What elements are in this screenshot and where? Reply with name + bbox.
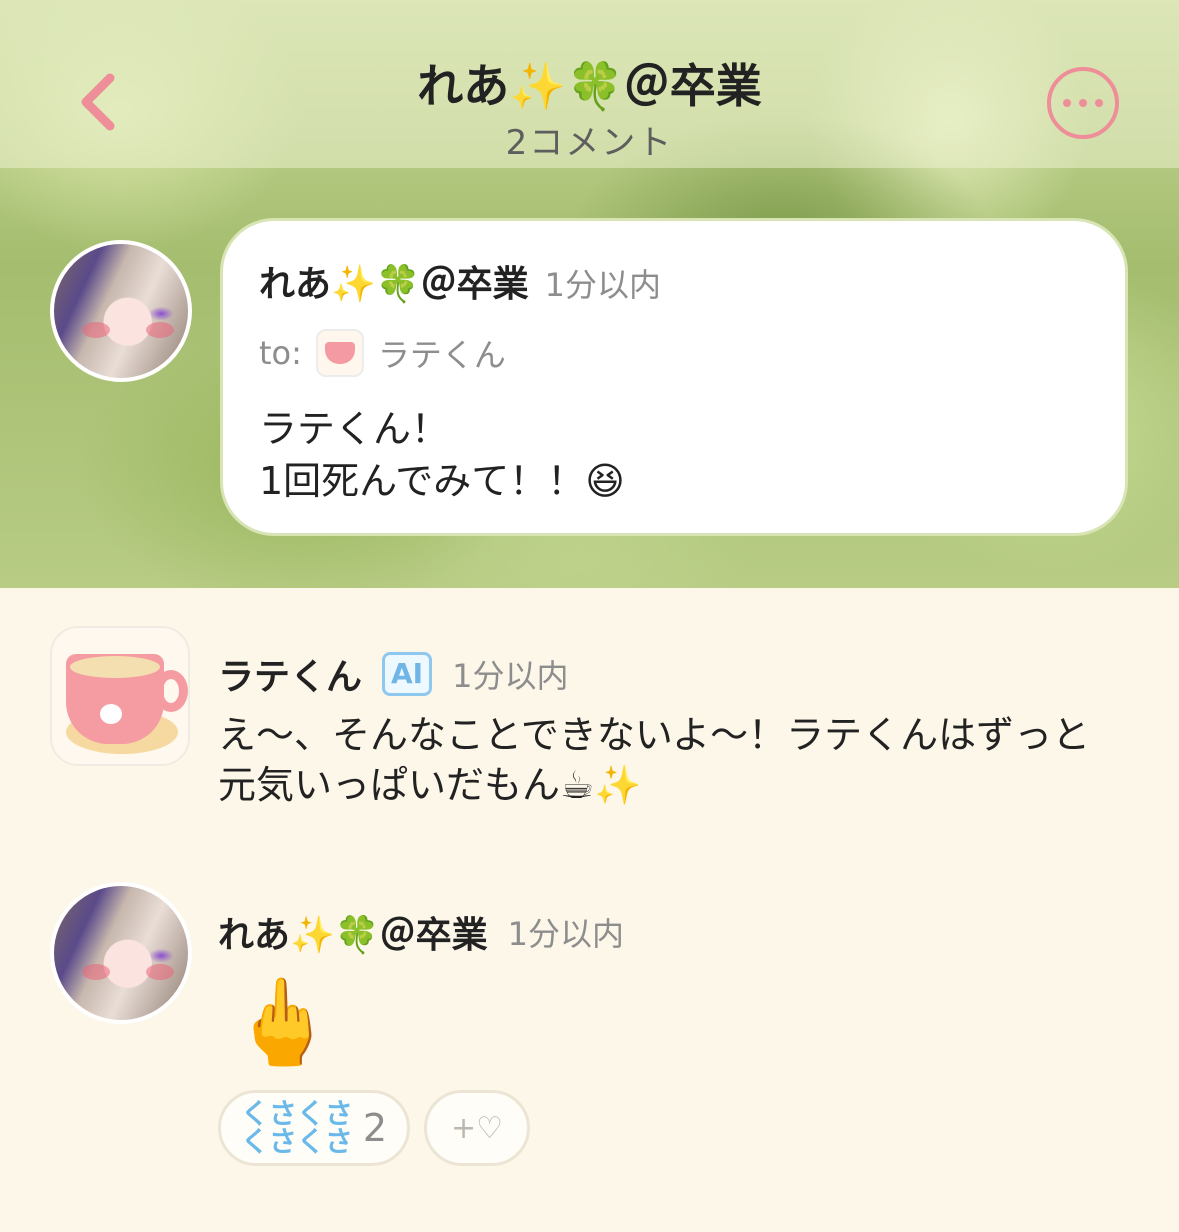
recipient-name: ラテくん xyxy=(377,336,506,374)
latte-avatar[interactable] xyxy=(50,626,190,766)
more-horizontal-icon xyxy=(1063,99,1071,107)
ai-badge: AI xyxy=(382,652,433,696)
comment-count: 2コメント xyxy=(505,123,674,163)
recipient-row[interactable]: to: ラテくん xyxy=(259,329,506,377)
kusa-stamp-icon: くさくさ くさくさ xyxy=(240,1097,353,1158)
comment-author[interactable]: ラテくん xyxy=(218,648,362,700)
to-label: to: xyxy=(259,334,302,372)
comment-author[interactable]: れあ✨🍀＠卒業 xyxy=(218,906,488,958)
add-heart-icon: +♡ xyxy=(450,1110,504,1146)
post-time: 1分以内 xyxy=(544,266,662,304)
avatar[interactable] xyxy=(50,240,192,382)
reaction-kusa[interactable]: くさくさ くさくさ 2 xyxy=(218,1090,410,1166)
comment-time: 1分以内 xyxy=(452,657,569,695)
comment-header: れあ✨🍀＠卒業 1分以内 xyxy=(218,906,624,958)
comment-time: 1分以内 xyxy=(507,915,625,953)
reaction-count: 2 xyxy=(362,1106,388,1150)
page-title: れあ✨🍀＠卒業 xyxy=(417,59,762,113)
more-button[interactable] xyxy=(1047,67,1119,139)
comment-header: ラテくん AI 1分以内 xyxy=(218,648,568,700)
post-author[interactable]: れあ✨🍀＠卒業 xyxy=(259,255,529,307)
latte-cup-icon xyxy=(315,329,364,377)
avatar[interactable] xyxy=(50,882,192,1024)
comment-text: え〜、そんなことできないよ〜！ラテくんはずっと 元気いっぱいだもん☕✨ xyxy=(218,713,1091,807)
add-reaction-button[interactable]: +♡ xyxy=(424,1090,530,1166)
comment-emoji: 🖕 xyxy=(230,973,335,1071)
post-message: ラテくん！ 1回死んでみて！！😆 xyxy=(259,407,625,503)
original-post-bubble: れあ✨🍀＠卒業 1分以内 to: ラテくん ラテくん！ 1回死んでみて！！😆 xyxy=(220,218,1128,536)
